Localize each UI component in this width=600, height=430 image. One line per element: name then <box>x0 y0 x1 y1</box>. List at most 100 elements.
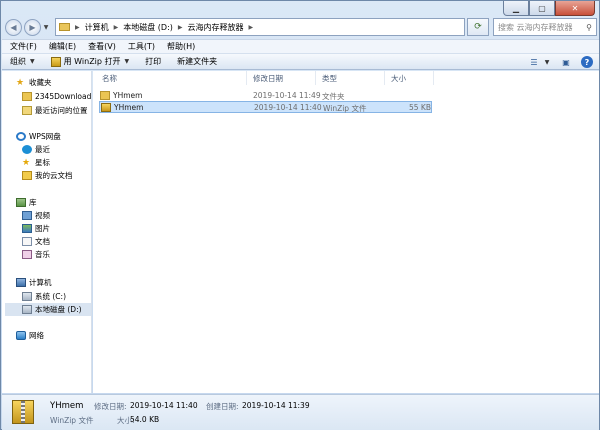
sidebar-item-music[interactable]: 音乐 <box>22 248 50 261</box>
details-file-type: WinZip 文件 <box>50 416 94 425</box>
sidebar-item-wps-recent[interactable]: 最近 <box>22 143 50 156</box>
sidebar-item-label: 星标 <box>35 158 50 167</box>
details-created-value: 2019-10-14 11:39 <box>242 401 310 410</box>
details-modified-value: 2019-10-14 11:40 <box>130 401 198 410</box>
search-placeholder: 搜索 云海内存释放器 <box>498 22 573 32</box>
file-name: YHmem <box>114 103 144 112</box>
details-created-label: 创建日期: <box>206 402 239 411</box>
maximize-button[interactable]: ▢ <box>529 1 555 16</box>
file-date: 2019-10-14 11:40 <box>254 103 322 112</box>
sidebar-item-documents[interactable]: 文档 <box>22 235 50 248</box>
sidebar-favorites[interactable]: ★ 收藏夹 <box>16 76 52 89</box>
cloud-icon <box>16 132 26 141</box>
sidebar-item-label: 音乐 <box>35 250 50 259</box>
chevron-right-icon[interactable]: ▶ <box>249 24 254 31</box>
sidebar-favorites-label: 收藏夹 <box>29 78 52 87</box>
sidebar-library-label: 库 <box>29 198 37 207</box>
chevron-right-icon[interactable]: ▶ <box>114 24 119 31</box>
menu-help[interactable]: 帮助(H) <box>167 41 195 52</box>
chevron-down-icon: ▼ <box>30 58 35 65</box>
network-icon <box>16 331 26 340</box>
forward-arrow-icon: ▶ <box>29 22 36 32</box>
print-button[interactable]: 打印 <box>145 56 161 67</box>
sidebar-item-wps-docs[interactable]: 我的云文档 <box>22 169 73 182</box>
view-controls: ☰ ▼ ▣ ? <box>519 56 593 68</box>
minimize-button[interactable]: ▁ <box>503 1 529 16</box>
winzip-icon <box>50 56 61 67</box>
sidebar-item-pictures[interactable]: 图片 <box>22 222 50 235</box>
menu-view[interactable]: 查看(V) <box>88 41 116 52</box>
clock-icon <box>22 145 32 154</box>
table-row[interactable]: YHmem 2019-10-14 11:40 WinZip 文件 55 KB <box>99 101 432 113</box>
sidebar-wps-cloud[interactable]: WPS网盘 <box>16 130 61 143</box>
sidebar-item-label: 我的云文档 <box>35 171 73 180</box>
column-header-date[interactable]: 修改日期 <box>253 73 283 85</box>
column-divider[interactable] <box>433 71 434 85</box>
library-icon <box>16 198 26 207</box>
winzip-archive-icon <box>101 103 111 112</box>
details-modified-label: 修改日期: <box>94 402 127 411</box>
star-icon: ★ <box>22 157 31 168</box>
menu-bar: 文件(F) 编辑(E) 查看(V) 工具(T) 帮助(H) <box>2 39 599 53</box>
breadcrumb-computer[interactable]: 计算机 <box>85 22 109 33</box>
new-folder-button[interactable]: 新建文件夹 <box>177 56 217 67</box>
refresh-button[interactable]: ⟳ <box>467 18 489 36</box>
help-icon[interactable]: ? <box>581 56 593 68</box>
column-header-name[interactable]: 名称 <box>102 73 117 85</box>
organize-label: 组织 <box>10 57 26 66</box>
sidebar-item-recent-places[interactable]: 最近访问的位置 <box>22 104 88 117</box>
column-header-size[interactable]: 大小 <box>391 73 406 85</box>
column-divider[interactable] <box>246 71 247 85</box>
menu-edit[interactable]: 编辑(E) <box>49 41 76 52</box>
sidebar-item-2345downloads[interactable]: 2345Downloads <box>22 90 92 103</box>
chevron-down-icon[interactable]: ▼ <box>543 56 551 68</box>
picture-icon <box>22 224 32 233</box>
sidebar-item-label: 2345Downloads <box>35 92 92 101</box>
sidebar-computer[interactable]: 计算机 <box>16 276 52 289</box>
sidebar-wps-label: WPS网盘 <box>29 132 61 141</box>
search-input[interactable]: 搜索 云海内存释放器 ⚲ <box>493 18 597 36</box>
file-date: 2019-10-14 11:49 <box>253 91 321 100</box>
command-bar: 组织 ▼ 用 WinZip 打开 ▼ 打印 新建文件夹 ☰ ▼ ▣ ? <box>2 53 599 70</box>
music-icon <box>22 250 32 259</box>
sidebar-item-drive-c[interactable]: 系统 (C:) <box>22 290 66 303</box>
breadcrumb-drive-d[interactable]: 本地磁盘 (D:) <box>123 22 173 33</box>
details-pane: YHmem WinZip 文件 修改日期: 2019-10-14 11:40 大… <box>2 394 599 430</box>
column-divider[interactable] <box>315 71 316 85</box>
address-bar[interactable]: ▶ 计算机 ▶ 本地磁盘 (D:) ▶ 云海内存释放器 ▶ <box>55 18 465 36</box>
view-options-icon[interactable]: ☰ <box>527 56 541 68</box>
video-icon <box>22 211 32 220</box>
chevron-right-icon[interactable]: ▶ <box>178 24 183 31</box>
menu-file[interactable]: 文件(F) <box>10 41 37 52</box>
chevron-right-icon[interactable]: ▶ <box>75 24 80 31</box>
menu-tools[interactable]: 工具(T) <box>128 41 155 52</box>
file-list: 名称 修改日期 类型 大小 YHmem 2019-10-14 11:49 文件夹… <box>93 71 599 393</box>
forward-button[interactable]: ▶ <box>24 18 41 36</box>
explorer-window: ▁ ▢ ✕ ◀ ▶ ▼ ▶ 计算机 ▶ 本地磁盘 (D:) ▶ 云海内存释放器 … <box>0 0 600 430</box>
history-dropdown-icon[interactable]: ▼ <box>41 24 51 31</box>
print-label: 打印 <box>145 57 162 66</box>
document-icon <box>22 237 32 246</box>
folder-icon <box>100 91 110 100</box>
preview-pane-icon[interactable]: ▣ <box>559 56 573 68</box>
sidebar-computer-label: 计算机 <box>29 278 52 287</box>
close-button[interactable]: ✕ <box>555 1 595 16</box>
back-button[interactable]: ◀ <box>5 18 22 36</box>
column-divider[interactable] <box>384 71 385 85</box>
sidebar-item-label: 系统 (C:) <box>35 292 66 301</box>
breadcrumb-folder[interactable]: 云海内存释放器 <box>188 22 244 33</box>
star-icon: ★ <box>16 77 25 88</box>
sidebar-library[interactable]: 库 <box>16 196 37 209</box>
sidebar-item-videos[interactable]: 视频 <box>22 209 50 222</box>
refresh-icon: ⟳ <box>474 22 482 32</box>
organize-button[interactable]: 组织 ▼ <box>10 56 35 67</box>
caption-buttons: ▁ ▢ ✕ <box>503 1 595 16</box>
open-with-label: 用 WinZip 打开 <box>63 57 121 66</box>
column-header-type[interactable]: 类型 <box>322 73 337 85</box>
sidebar-item-wps-starred[interactable]: ★ 星标 <box>22 156 50 169</box>
open-with-winzip-button[interactable]: 用 WinZip 打开 ▼ <box>50 56 130 67</box>
file-name: YHmem <box>113 91 143 100</box>
sidebar-network[interactable]: 网络 <box>16 329 44 342</box>
sidebar-item-drive-d[interactable]: 本地磁盘 (D:) <box>5 303 91 316</box>
chevron-down-icon: ▼ <box>124 58 130 65</box>
